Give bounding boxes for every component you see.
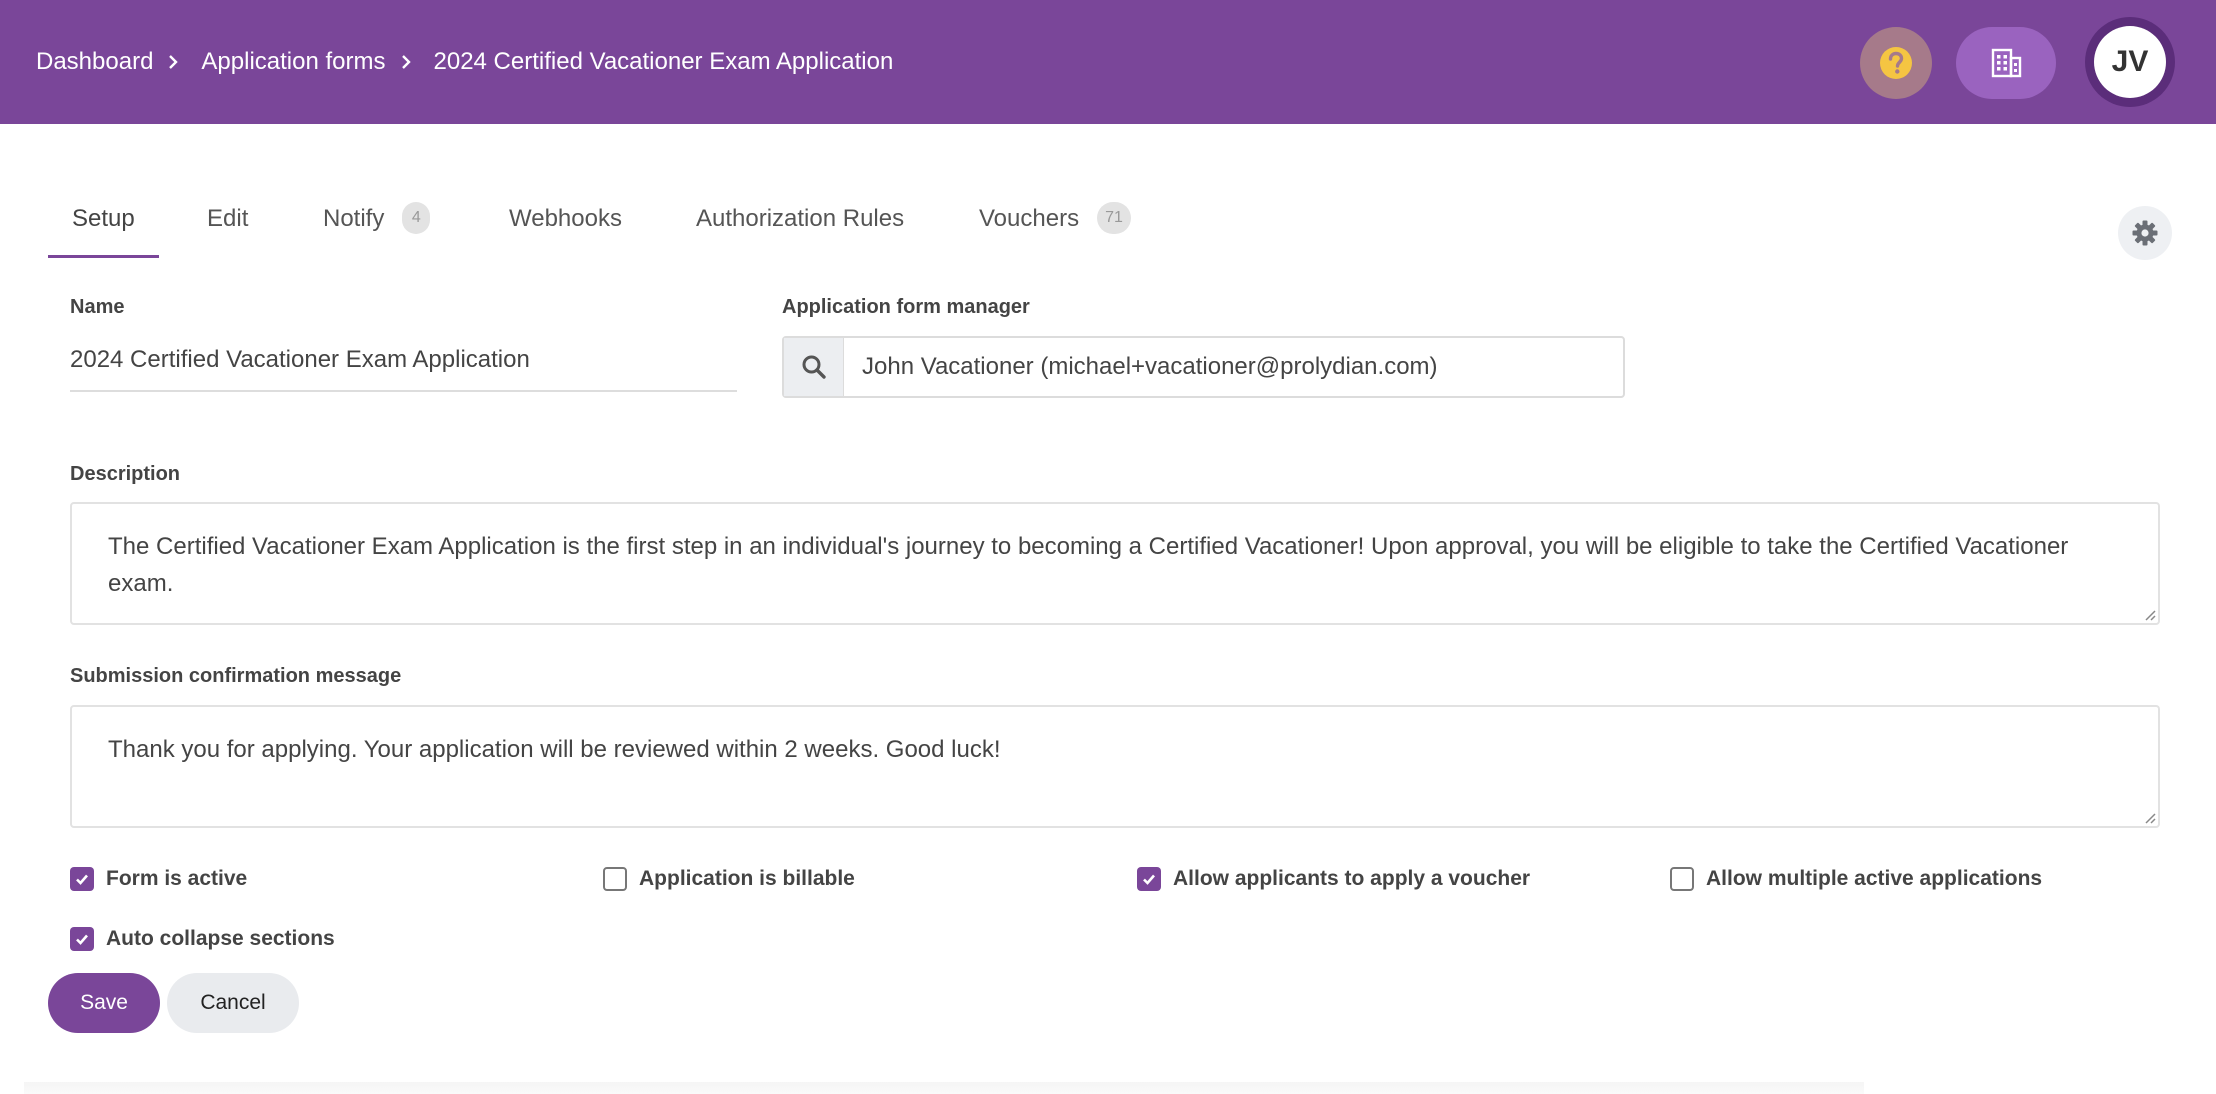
tab-label: Edit (207, 205, 249, 232)
count-badge: 71 (1097, 202, 1131, 234)
breadcrumb-application-forms[interactable]: Application forms (201, 48, 385, 76)
avatar: JV (2094, 26, 2166, 98)
confirmation-textarea[interactable]: Thank you for applying. Your application… (70, 705, 2160, 828)
manager-value: John Vacationer (michael+vacationer@prol… (862, 353, 1438, 380)
billable-checkbox[interactable]: Application is billable (603, 867, 855, 891)
count-badge: 4 (402, 202, 431, 234)
confirmation-text: Thank you for applying. Your application… (108, 736, 1001, 763)
tab-authorization-rules[interactable]: Authorization Rules (696, 205, 904, 259)
gear-icon (2132, 220, 2158, 246)
name-field[interactable]: 2024 Certified Vacationer Exam Applicati… (70, 338, 737, 392)
manager-search-field[interactable]: John Vacationer (michael+vacationer@prol… (782, 336, 1625, 398)
chevron-right-icon (398, 54, 414, 70)
chevron-right-icon (165, 54, 181, 70)
checkbox-label: Auto collapse sections (106, 927, 335, 950)
tab-webhooks[interactable]: Webhooks (509, 205, 622, 259)
voucher-checkbox[interactable]: Allow applicants to apply a voucher (1137, 867, 1530, 891)
description-text: The Certified Vacationer Exam Applicatio… (108, 533, 2069, 597)
breadcrumb-current-form: 2024 Certified Vacationer Exam Applicati… (433, 48, 894, 75)
tab-edit[interactable]: Edit (207, 205, 248, 259)
organization-button[interactable] (1956, 27, 2056, 99)
search-icon (784, 338, 844, 396)
tab-setup[interactable]: Setup (72, 205, 135, 259)
checkbox-unchecked-icon (603, 867, 627, 891)
manager-label: Application form manager (782, 296, 1030, 318)
card-shadow (24, 1082, 1864, 1094)
save-button[interactable]: Save (48, 973, 160, 1033)
tab-label: Vouchers (979, 205, 1080, 232)
active-tab-indicator (48, 255, 159, 258)
tab-label: Webhooks (509, 205, 622, 232)
top-navigation-bar: Dashboard Application forms 2024 Certifi… (0, 0, 2216, 124)
description-textarea[interactable]: The Certified Vacationer Exam Applicatio… (70, 502, 2160, 625)
breadcrumb: Dashboard Application forms 2024 Certifi… (36, 0, 893, 124)
checkbox-checked-icon (70, 867, 94, 891)
checkbox-checked-icon (70, 927, 94, 951)
checkbox-label: Form is active (106, 867, 248, 890)
checkbox-label: Allow multiple active applications (1706, 867, 2043, 890)
checkbox-label: Application is billable (639, 867, 855, 890)
settings-button[interactable] (2118, 206, 2172, 260)
checkbox-label: Allow applicants to apply a voucher (1173, 867, 1531, 890)
tab-vouchers[interactable]: Vouchers 71 (979, 202, 1131, 259)
form-active-checkbox[interactable]: Form is active (70, 867, 247, 891)
help-button[interactable] (1860, 27, 1932, 99)
resize-handle-icon[interactable] (2142, 607, 2156, 621)
checkbox-unchecked-icon (1670, 867, 1694, 891)
cancel-button[interactable]: Cancel (167, 973, 299, 1033)
tab-label: Setup (72, 205, 135, 232)
name-label: Name (70, 296, 125, 318)
user-menu-button[interactable]: JV (2085, 17, 2175, 107)
resize-handle-icon[interactable] (2142, 810, 2156, 824)
checkbox-checked-icon (1137, 867, 1161, 891)
tab-label: Notify (323, 205, 385, 232)
auto-collapse-checkbox[interactable]: Auto collapse sections (70, 927, 335, 951)
tab-label: Authorization Rules (696, 205, 905, 232)
multiple-applications-checkbox[interactable]: Allow multiple active applications (1670, 867, 2042, 891)
confirmation-label: Submission confirmation message (70, 665, 402, 687)
tab-notify[interactable]: Notify 4 (323, 202, 431, 259)
description-label: Description (70, 463, 181, 485)
building-icon (1991, 48, 2022, 78)
question-circle-icon (1880, 47, 1912, 79)
breadcrumb-dashboard[interactable]: Dashboard (36, 48, 153, 76)
